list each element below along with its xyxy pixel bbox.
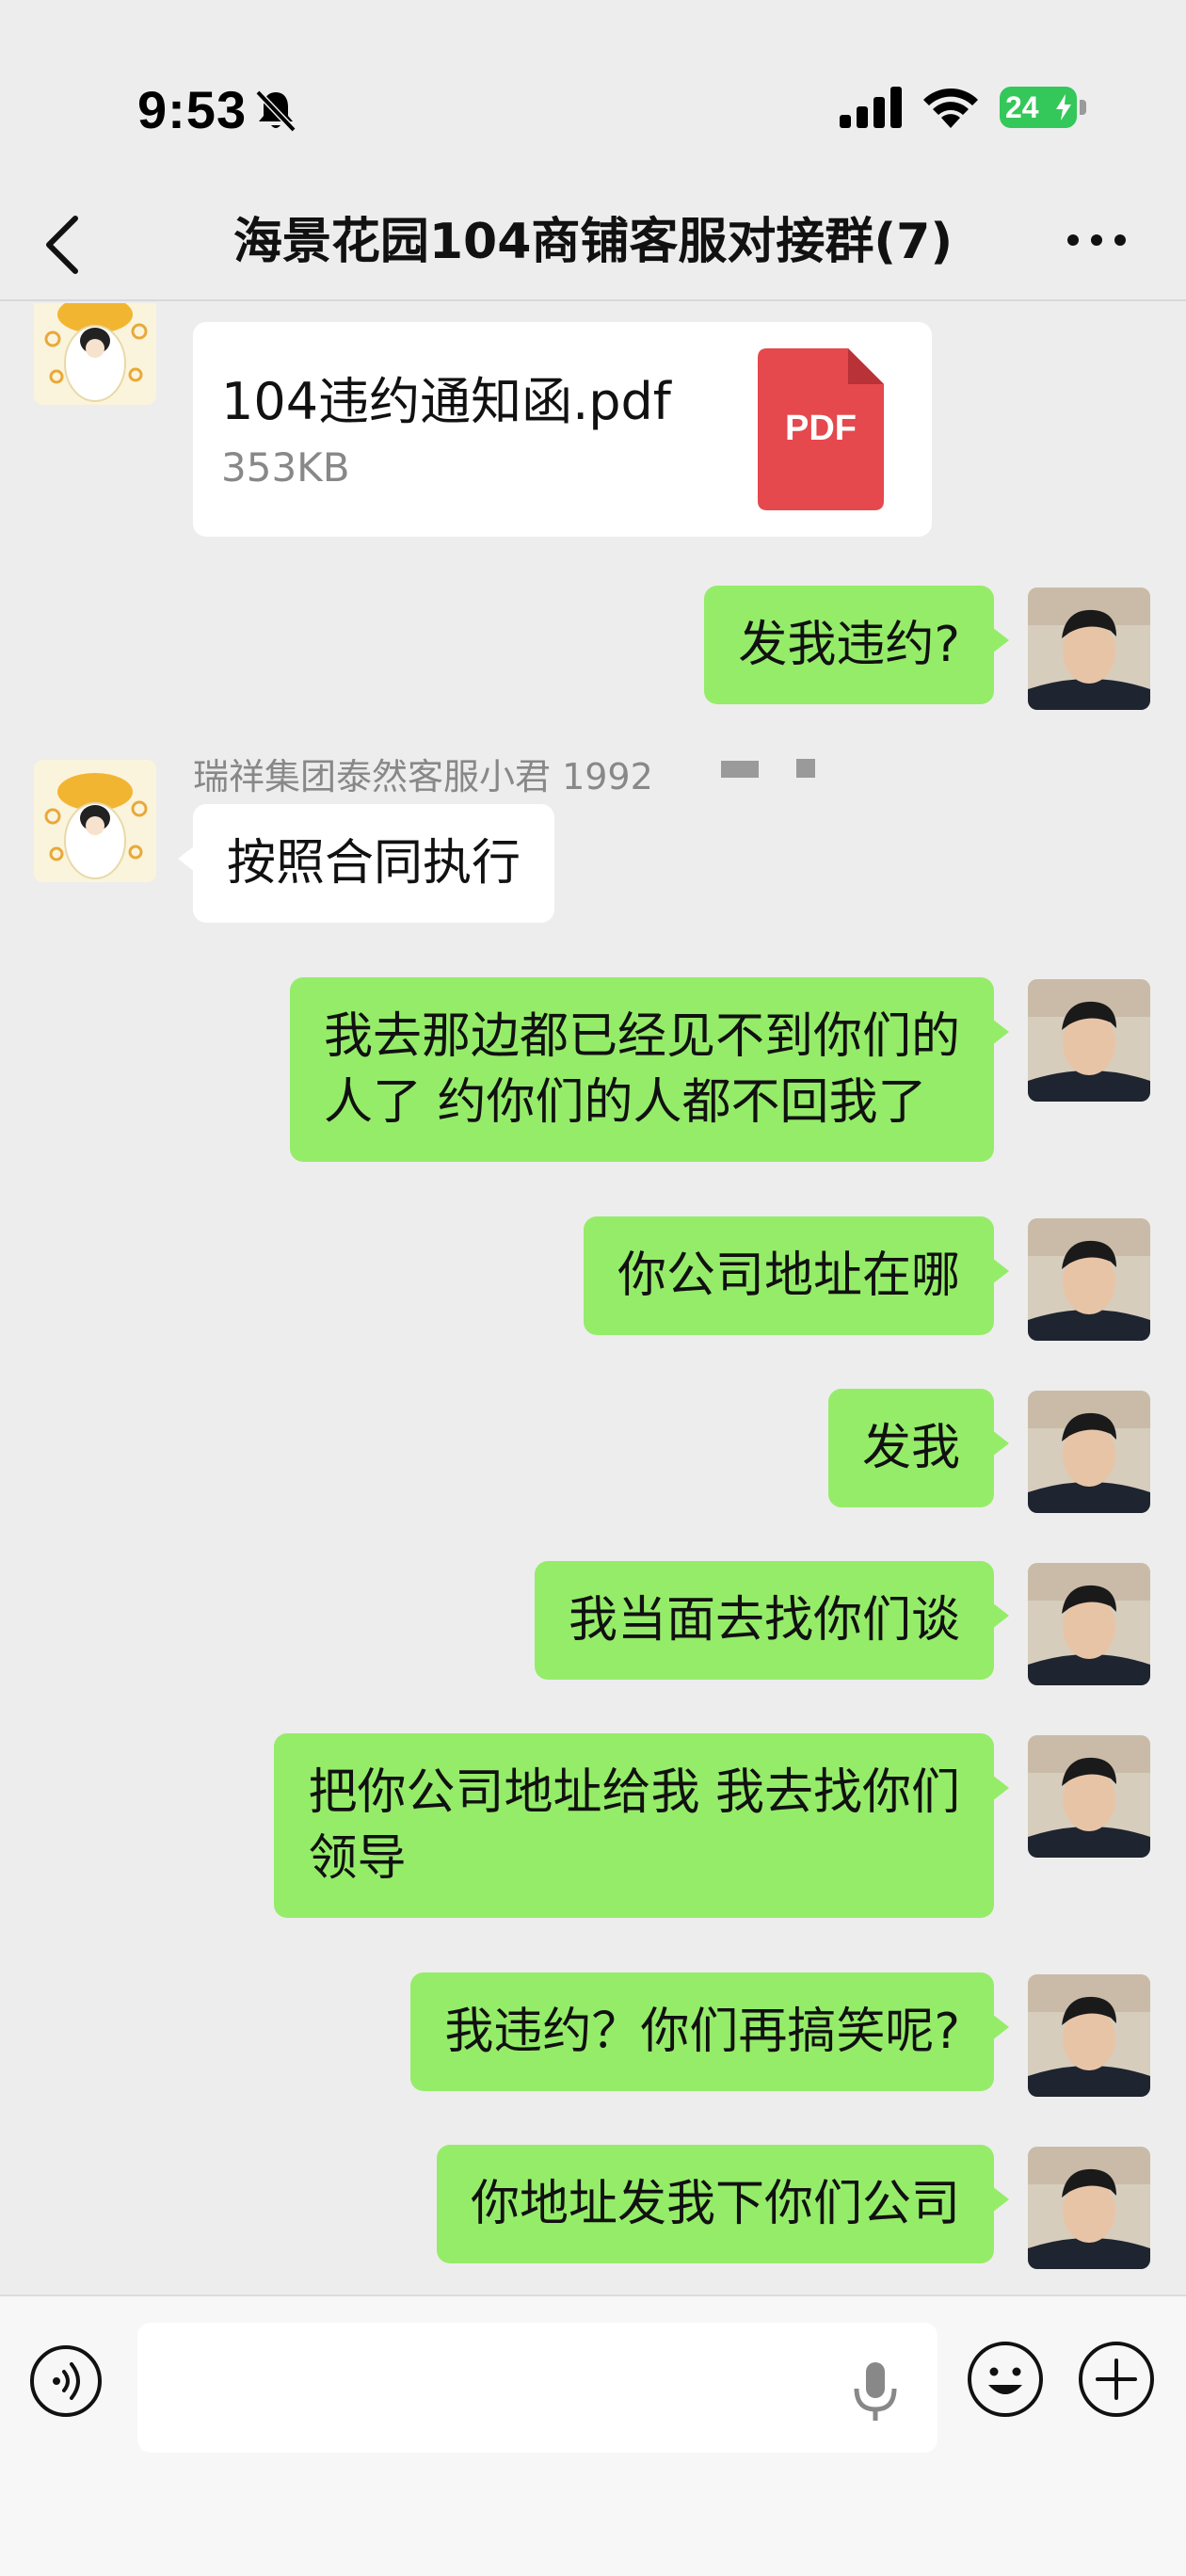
chat-title: 海景花园104商铺客服对接群(7): [232, 214, 954, 270]
file-card[interactable]: 104违约通知函.pdf 353KB PDF: [193, 322, 932, 537]
message-input[interactable]: [137, 2323, 938, 2453]
avatar-me[interactable]: [1028, 588, 1150, 710]
avatar-me[interactable]: [1028, 1218, 1150, 1341]
file-name: 104违约通知函.pdf: [221, 372, 671, 431]
wifi-icon: [923, 88, 978, 128]
avatar-me[interactable]: [1028, 1391, 1150, 1513]
user-photo-icon: [1028, 588, 1150, 710]
plus-icon[interactable]: [1077, 2340, 1156, 2419]
more-dots-icon[interactable]: [1064, 226, 1130, 254]
user-photo-icon: [1028, 979, 1150, 1102]
message-line: 领导: [308, 1830, 407, 1887]
voice-icon[interactable]: [28, 2343, 104, 2419]
pdf-label: PDF: [785, 409, 857, 448]
avatar-me[interactable]: [1028, 1974, 1150, 2097]
status-bar: 9:53 24: [0, 0, 1186, 188]
battery-icon: 24: [1000, 87, 1086, 128]
avatar-me[interactable]: [1028, 1563, 1150, 1685]
message-bubble-me[interactable]: 把你公司地址给我 我去找你们 领导: [274, 1733, 1009, 1918]
user-photo-icon: [1028, 1974, 1150, 2097]
message-bubble-me[interactable]: 我违约？你们再搞笑呢?: [410, 1972, 1009, 2091]
message-bubble-me[interactable]: 你公司地址在哪: [583, 1216, 1010, 1335]
avatar-me[interactable]: [1028, 2147, 1150, 2269]
chevron-left-icon[interactable]: [36, 207, 92, 282]
status-time: 9:53: [137, 80, 248, 139]
message-line: 把你公司地址给我 我去找你们: [308, 1764, 960, 1821]
redaction-mark: [721, 761, 759, 778]
message-line: 人了 约你们的人都不回我了: [323, 1074, 927, 1131]
message-bubble-me[interactable]: 发我: [827, 1389, 1010, 1507]
user-photo-icon: [1028, 2147, 1150, 2269]
user-photo-icon: [1028, 1391, 1150, 1513]
user-photo-icon: [1028, 1563, 1150, 1685]
message-bubble-me[interactable]: 发我违约?: [704, 586, 1009, 704]
battery-tip: [1080, 100, 1086, 115]
avatar-other[interactable]: [34, 303, 156, 405]
microphone-icon[interactable]: [847, 2359, 904, 2424]
avatar-other[interactable]: [34, 760, 156, 882]
message-list[interactable]: 104违约通知函.pdf 353KB PDF 发我违约? 瑞祥集团泰然客服小君 …: [0, 303, 1186, 2294]
redaction-mark: [796, 759, 815, 778]
user-photo-icon: [1028, 1735, 1150, 1858]
message-bubble-me[interactable]: 我当面去找你们谈: [534, 1561, 1010, 1680]
cartoon-avatar-icon: [34, 760, 156, 882]
avatar-me[interactable]: [1028, 979, 1150, 1102]
sender-name: 瑞祥集团泰然客服小君 1992: [193, 756, 653, 797]
cartoon-avatar-icon: [34, 303, 156, 405]
message-bubble-me[interactable]: 你地址发我下你们公司: [436, 2145, 1010, 2263]
bell-muted-icon: [255, 89, 296, 133]
chat-header: 海景花园104商铺客服对接群(7): [0, 188, 1186, 301]
signal-icon: [840, 87, 902, 128]
message-line: 我去那边都已经见不到你们的: [323, 1008, 960, 1065]
charging-bolt-icon: [1056, 94, 1071, 121]
file-size: 353KB: [221, 444, 350, 491]
avatar-me[interactable]: [1028, 1735, 1150, 1858]
message-bubble-other[interactable]: 按照合同执行: [177, 804, 555, 923]
input-bar: [0, 2294, 1186, 2576]
user-photo-icon: [1028, 1218, 1150, 1341]
emoji-icon[interactable]: [966, 2340, 1045, 2419]
message-bubble-me[interactable]: 我去那边都已经见不到你们的 人了 约你们的人都不回我了: [289, 977, 1010, 1162]
